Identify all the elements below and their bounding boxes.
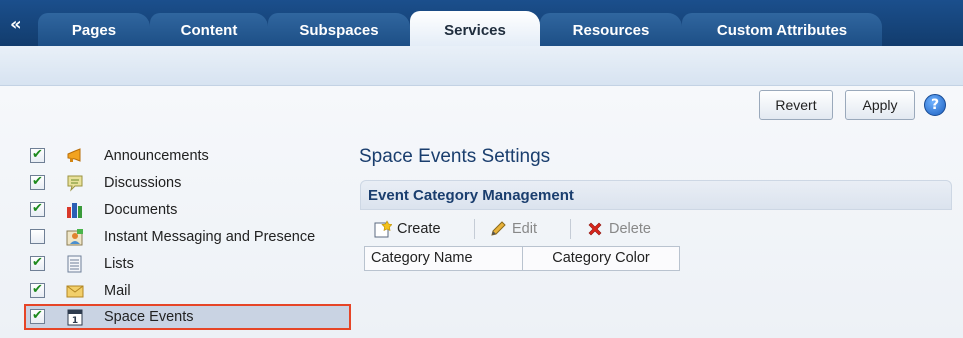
help-icon[interactable]: ? xyxy=(924,94,946,116)
service-label: Lists xyxy=(104,256,134,272)
category-table-header: Category Name Category Color xyxy=(364,246,680,271)
service-item-documents[interactable]: ✔ Documents xyxy=(24,197,351,223)
delete-label: Delete xyxy=(609,221,651,237)
revert-button[interactable]: Revert xyxy=(759,90,833,120)
tab-services[interactable]: Services xyxy=(410,11,540,46)
tab-subspaces[interactable]: Subspaces xyxy=(268,13,410,46)
sub-header-band xyxy=(0,46,963,86)
speech-bubble-icon xyxy=(66,174,84,192)
checkbox[interactable] xyxy=(30,229,45,244)
checkbox[interactable]: ✔ xyxy=(30,174,45,190)
list-icon xyxy=(66,255,84,273)
service-item-space-events[interactable]: ✔ 1 Space Events xyxy=(24,304,351,330)
tab-custom-attributes[interactable]: Custom Attributes xyxy=(682,13,882,46)
service-item-instant-messaging[interactable]: Instant Messaging and Presence xyxy=(24,224,351,250)
check-mark-icon: ✔ xyxy=(32,201,43,216)
svg-text:1: 1 xyxy=(72,316,78,326)
toolbar-separator xyxy=(570,219,571,239)
service-item-mail[interactable]: ✔ Mail xyxy=(24,278,351,304)
service-label: Instant Messaging and Presence xyxy=(104,229,316,245)
checkbox[interactable]: ✔ xyxy=(30,282,45,298)
tab-label: Resources xyxy=(572,22,650,39)
create-label: Create xyxy=(397,221,441,237)
service-label: Mail xyxy=(104,283,131,299)
create-icon xyxy=(373,217,393,241)
pencil-icon xyxy=(488,217,508,241)
checkbox[interactable]: ✔ xyxy=(30,147,45,163)
presence-icon xyxy=(66,228,84,246)
settings-title: Space Events Settings xyxy=(359,146,551,167)
tab-label: Custom Attributes xyxy=(716,22,848,39)
panel-title: Event Category Management xyxy=(368,187,574,204)
books-icon xyxy=(66,201,84,219)
tab-label: Content xyxy=(180,22,238,39)
toolbar-separator xyxy=(474,219,475,239)
column-header-category-name[interactable]: Category Name xyxy=(365,247,523,270)
megaphone-icon xyxy=(66,147,84,165)
check-mark-icon: ✔ xyxy=(32,255,43,270)
event-category-panel-header: Event Category Management xyxy=(360,180,952,210)
checkbox[interactable]: ✔ xyxy=(30,308,45,324)
checkbox[interactable]: ✔ xyxy=(30,255,45,271)
create-button[interactable]: Create xyxy=(373,217,441,241)
tab-label: Pages xyxy=(71,22,117,39)
collapse-icon[interactable]: « xyxy=(10,16,22,34)
checkbox[interactable]: ✔ xyxy=(30,201,45,217)
tab-bar: « Pages Content Subspaces Services Resou… xyxy=(0,0,963,46)
check-mark-icon: ✔ xyxy=(32,308,43,323)
tab-label: Services xyxy=(444,22,506,39)
tab-resources[interactable]: Resources xyxy=(540,13,682,46)
check-mark-icon: ✔ xyxy=(32,282,43,297)
envelope-icon xyxy=(66,282,84,300)
service-label: Discussions xyxy=(104,175,182,191)
service-item-announcements[interactable]: ✔ Announcements xyxy=(24,143,351,169)
column-header-category-color[interactable]: Category Color xyxy=(523,247,679,270)
edit-button[interactable]: Edit xyxy=(488,217,537,241)
tab-content[interactable]: Content xyxy=(150,13,268,46)
service-label: Space Events xyxy=(104,309,194,325)
check-mark-icon: ✔ xyxy=(32,147,43,162)
service-label: Announcements xyxy=(104,148,209,164)
calendar-icon: 1 xyxy=(66,308,84,326)
service-item-lists[interactable]: ✔ Lists xyxy=(24,251,351,277)
check-mark-icon: ✔ xyxy=(32,174,43,189)
edit-label: Edit xyxy=(512,221,537,237)
apply-button[interactable]: Apply xyxy=(845,90,915,120)
delete-button[interactable]: Delete xyxy=(585,217,651,241)
service-label: Documents xyxy=(104,202,178,218)
delete-x-icon xyxy=(585,217,605,241)
service-item-discussions[interactable]: ✔ Discussions xyxy=(24,170,351,196)
tab-label: Subspaces xyxy=(299,22,379,39)
tab-pages[interactable]: Pages xyxy=(38,13,150,46)
